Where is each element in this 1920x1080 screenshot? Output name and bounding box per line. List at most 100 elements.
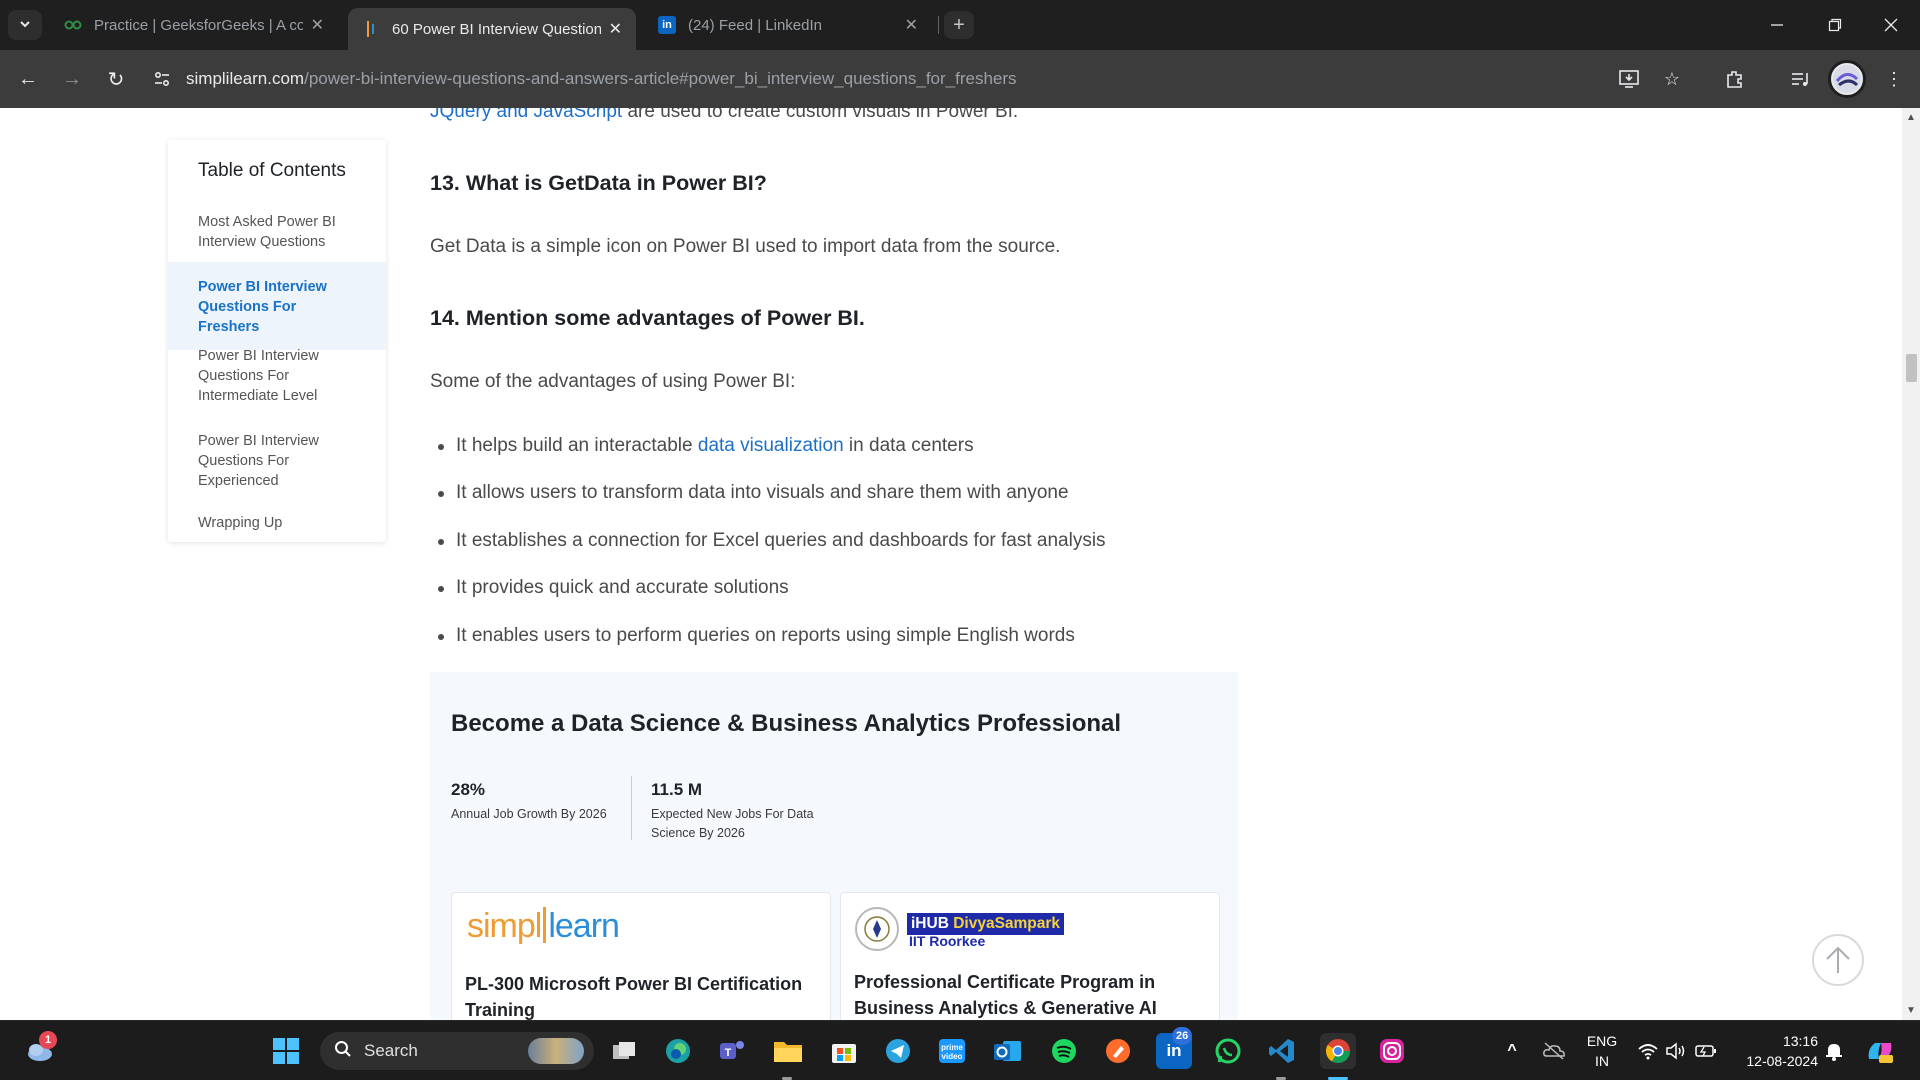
course-card-pl300[interactable]: simpl learn PL-300 Microsoft Power BI Cer…	[451, 892, 831, 1020]
linkedin-icon: in	[658, 16, 676, 34]
promo-banner: Become a Data Science & Business Analyti…	[430, 672, 1238, 1020]
scroll-down-icon[interactable]: ▼	[1902, 1005, 1920, 1016]
edge-browser-icon[interactable]	[660, 1033, 696, 1069]
simplilearn-logo: simpl learn	[467, 907, 620, 945]
bookmark-star-icon[interactable]: ☆	[1657, 64, 1687, 94]
table-of-contents: Table of Contents Most Asked Power BI In…	[168, 140, 386, 542]
restore-button[interactable]	[1806, 0, 1864, 50]
windows-taskbar: 1 Search T prime video in 26 ^ ENG IN 13…	[0, 1020, 1920, 1080]
outlook-icon[interactable]	[990, 1033, 1026, 1069]
browser-toolbar: ← → ↻ simplilearn.com/power-bi-interview…	[0, 50, 1920, 108]
ihub-logo: iHUB DivyaSampark	[907, 913, 1065, 935]
close-icon[interactable]: ✕	[905, 15, 918, 35]
search-label: Search	[364, 1041, 418, 1060]
iit-roorkee-label: IIT Roorkee	[909, 933, 986, 949]
clock[interactable]: 13:16 12-08-2024	[1728, 1031, 1818, 1071]
vscode-icon[interactable]	[1264, 1033, 1300, 1069]
list-item-text: It helps build an interactable	[456, 435, 698, 456]
spotify-icon[interactable]	[1046, 1033, 1082, 1069]
course-title[interactable]: Professional Certificate Program in Busi…	[854, 969, 1214, 1020]
profile-avatar[interactable]	[1828, 60, 1866, 98]
extensions-icon[interactable]	[1720, 64, 1750, 94]
chrome-icon[interactable]	[1320, 1033, 1356, 1069]
scroll-to-top-button[interactable]	[1812, 934, 1864, 986]
close-window-button[interactable]	[1862, 0, 1920, 50]
stat-value: 28%	[451, 780, 486, 799]
language-indicator[interactable]: ENG IN	[1580, 1031, 1624, 1071]
new-tab-button[interactable]: +	[944, 11, 974, 39]
whatsapp-icon[interactable]	[1210, 1033, 1246, 1069]
course-card-iit[interactable]: iHUB DivyaSampark IIT Roorkee Profession…	[840, 892, 1220, 1020]
reload-icon: ↻	[107, 68, 125, 91]
search-highlight-icon	[528, 1038, 584, 1064]
taskbar-search-box[interactable]: Search	[320, 1032, 594, 1070]
minimize-icon	[1771, 24, 1783, 26]
tab-power-bi[interactable]: 60 Power BI Interview Question ✕	[348, 8, 636, 50]
teams-icon[interactable]: T	[714, 1033, 750, 1069]
scroll-up-icon[interactable]: ▲	[1902, 112, 1920, 123]
minimize-button[interactable]	[1748, 0, 1806, 50]
toc-item-most-asked[interactable]: Most Asked Power BI Interview Questions	[168, 212, 386, 252]
gfg-icon	[64, 16, 82, 34]
tab-geeksforgeeks[interactable]: Practice | GeeksforGeeks | A cor ✕	[50, 8, 338, 42]
toc-item-wrapping-up[interactable]: Wrapping Up	[168, 513, 386, 533]
iit-roorkee-seal-icon	[855, 907, 899, 951]
svg-text:T: T	[725, 1047, 732, 1059]
tab-title: (24) Feed | LinkedIn	[688, 16, 822, 34]
pen-app-icon[interactable]	[1100, 1033, 1136, 1069]
page-viewport: Table of Contents Most Asked Power BI In…	[0, 108, 1902, 1020]
stat-divider	[631, 776, 632, 840]
toc-item-freshers[interactable]: Power BI Interview Questions For Fresher…	[168, 262, 386, 350]
task-view-icon[interactable]	[606, 1033, 642, 1069]
svg-text:video: video	[942, 1052, 963, 1061]
toc-item-experienced[interactable]: Power BI Interview Questions For Experie…	[168, 431, 386, 491]
course-title[interactable]: PL-300 Microsoft Power BI Certification …	[465, 971, 825, 1020]
scrollbar-thumb[interactable]	[1906, 354, 1917, 382]
more-menu-icon[interactable]: ⋮	[1879, 64, 1909, 94]
microsoft-store-icon[interactable]	[826, 1033, 862, 1069]
notification-bell-icon[interactable]	[1816, 1033, 1852, 1069]
list-item-text: It establishes a connection for Excel qu…	[456, 530, 1106, 551]
back-button[interactable]: ←	[12, 63, 44, 95]
question-14-heading: 14. Mention some advantages of Power BI.	[430, 306, 865, 330]
chevron-down-icon	[18, 17, 32, 34]
prime-video-icon[interactable]: prime video	[934, 1033, 970, 1069]
site-settings-icon[interactable]	[152, 69, 172, 89]
windows-start-icon[interactable]	[268, 1033, 304, 1069]
arrow-right-icon: →	[62, 67, 82, 90]
copilot-icon[interactable]	[1862, 1033, 1898, 1069]
list-item-text: It allows users to transform data into v…	[456, 482, 1069, 503]
close-icon[interactable]: ✕	[311, 15, 324, 35]
file-explorer-icon[interactable]	[770, 1033, 806, 1069]
address-bar[interactable]: simplilearn.com/power-bi-interview-quest…	[152, 60, 1572, 98]
page-scrollbar[interactable]: ▲ ▼	[1902, 108, 1920, 1020]
forward-button[interactable]: →	[56, 63, 88, 95]
paragraph-text: are used to create custom visuals in Pow…	[622, 108, 1019, 122]
bullet-dot	[438, 539, 444, 545]
close-icon	[1884, 18, 1898, 32]
promo-title: Become a Data Science & Business Analyti…	[451, 710, 1122, 737]
question-13-heading: 13. What is GetData in Power BI?	[430, 171, 767, 195]
data-visualization-link[interactable]: data visualization	[698, 435, 844, 456]
reload-button[interactable]: ↻	[100, 63, 132, 95]
tab-search-button[interactable]	[8, 10, 42, 40]
instagram-icon[interactable]	[1374, 1033, 1410, 1069]
jquery-javascript-link[interactable]: JQuery and JavaScript	[430, 108, 622, 122]
list-item-text: It provides quick and accurate solutions	[456, 577, 789, 598]
stat-label: Expected New Jobs For Data Science By 20…	[651, 807, 814, 840]
show-hidden-icons-icon[interactable]: ^	[1494, 1033, 1530, 1069]
tab-linkedin[interactable]: in (24) Feed | LinkedIn ✕	[644, 8, 932, 42]
media-control-icon[interactable]	[1786, 64, 1816, 94]
svg-text:prime: prime	[941, 1043, 963, 1052]
onedrive-offline-icon[interactable]	[1536, 1033, 1572, 1069]
question-14-intro: Some of the advantages of using Power BI…	[430, 371, 796, 392]
battery-icon[interactable]	[1688, 1033, 1724, 1069]
url-path: /power-bi-interview-questions-and-answer…	[304, 69, 1017, 88]
close-icon[interactable]: ✕	[609, 19, 622, 39]
telegram-icon[interactable]	[880, 1033, 916, 1069]
toc-item-intermediate[interactable]: Power BI Interview Questions For Interme…	[168, 346, 386, 406]
bullet-dot	[438, 586, 444, 592]
plus-icon: +	[953, 13, 965, 36]
list-item-text: in data centers	[843, 435, 974, 456]
install-app-icon[interactable]	[1615, 64, 1645, 94]
